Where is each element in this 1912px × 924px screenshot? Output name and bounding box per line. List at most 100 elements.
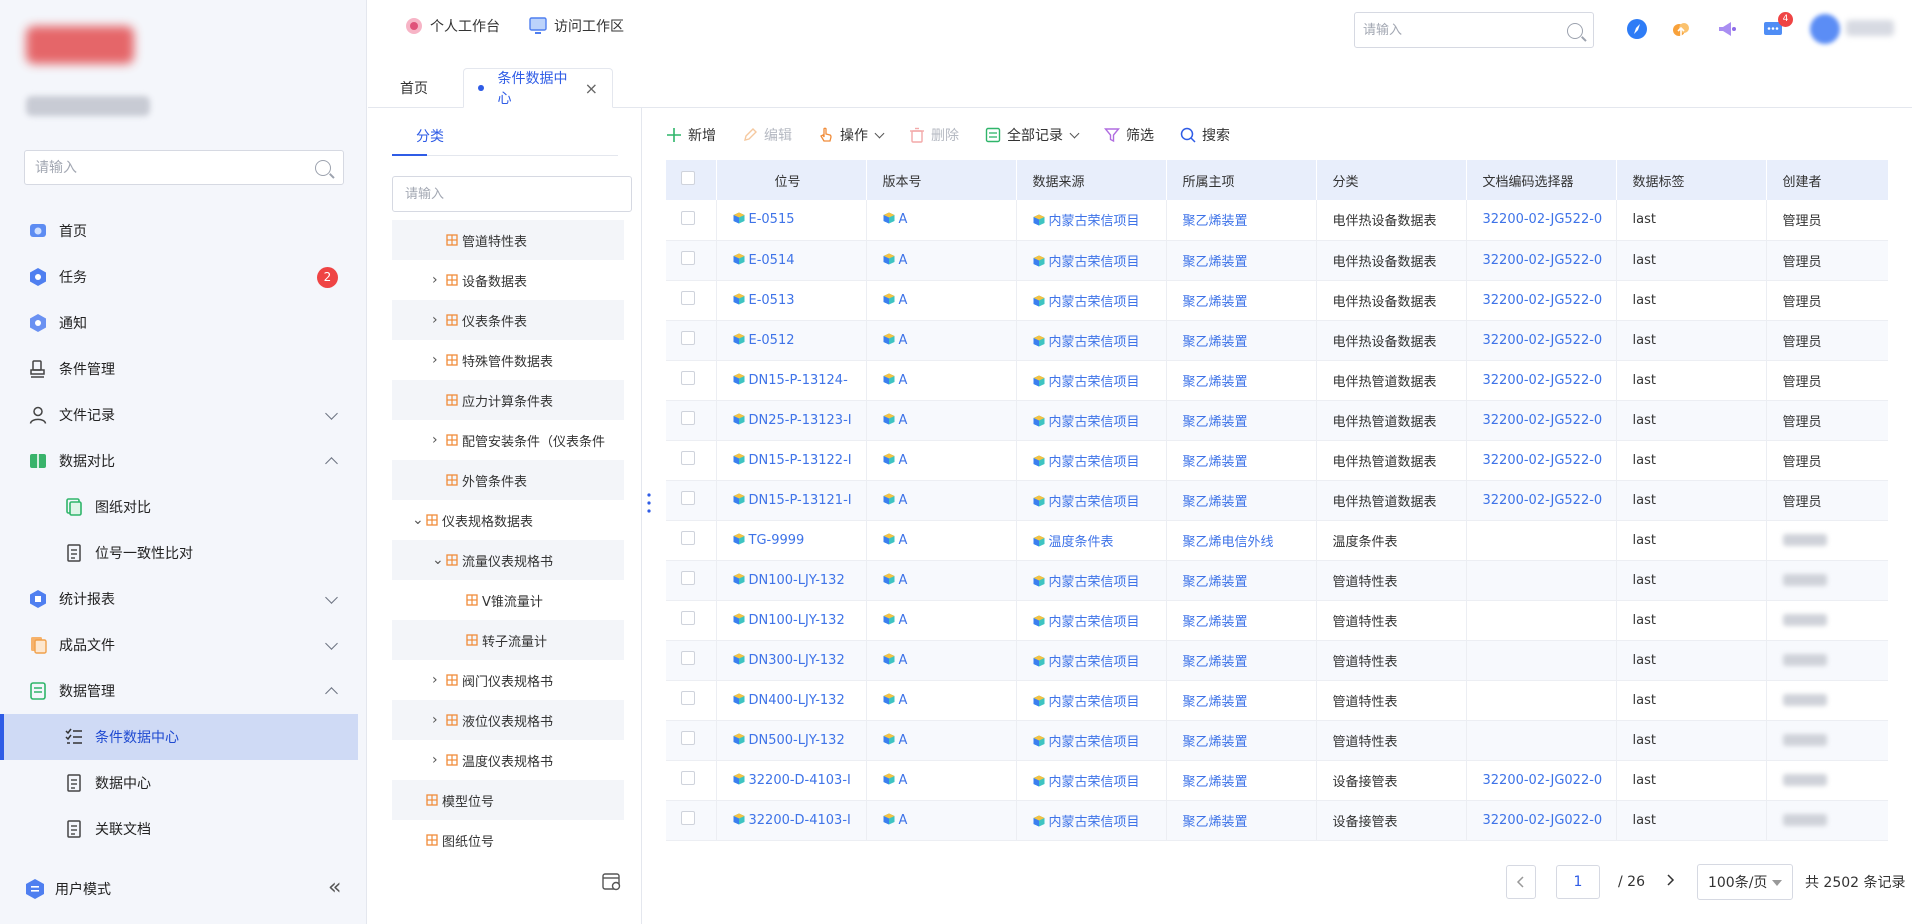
table-cell[interactable]: 32200-02-JG022-0: [1466, 760, 1617, 801]
table-cell[interactable]: A: [866, 600, 1017, 641]
table-row[interactable]: DN15-P-13122-I A 内蒙古荣信项目 聚乙烯装置 电伴热管道数据表 32200…: [666, 440, 1888, 481]
sidebar-item-file-records[interactable]: 文件记录: [0, 392, 358, 438]
user-name[interactable]: [1846, 20, 1894, 36]
chevron-right-icon[interactable]: ›: [432, 672, 446, 688]
collapse-sidebar-icon[interactable]: «: [328, 877, 344, 899]
chevron-right-icon[interactable]: ›: [432, 312, 446, 328]
sidebar-item-tag-consistency[interactable]: 位号一致性比对: [0, 530, 358, 576]
table-cell[interactable]: 聚乙烯装置: [1166, 440, 1317, 481]
table-cell[interactable]: DN25-P-13123-I: [716, 400, 867, 441]
tree-node[interactable]: › 设备数据表: [392, 260, 624, 300]
table-cell[interactable]: 聚乙烯装置: [1166, 560, 1317, 601]
table-cell[interactable]: 聚乙烯装置: [1166, 640, 1317, 681]
table-cell[interactable]: DN500-LJY-132: [716, 720, 867, 761]
column-header[interactable]: 数据标签: [1616, 160, 1767, 200]
table-row[interactable]: DN25-P-13123-I A 内蒙古荣信项目 聚乙烯装置 电伴热管道数据表 32200…: [666, 400, 1888, 441]
sidebar-item-condition-data-center[interactable]: 条件数据中心: [0, 714, 358, 760]
sidebar-item-data-compare[interactable]: 数据对比: [0, 438, 358, 484]
table-cell[interactable]: 聚乙烯电信外线: [1166, 520, 1317, 561]
table-cell[interactable]: TG-9999: [716, 520, 867, 561]
table-cell[interactable]: A: [866, 440, 1017, 481]
table-cell[interactable]: 聚乙烯装置: [1166, 240, 1317, 281]
table-cell[interactable]: A: [866, 280, 1017, 321]
table-cell[interactable]: 32200-02-JG522-0: [1466, 320, 1617, 361]
page-size-select[interactable]: 100条/页: [1696, 864, 1793, 900]
compass-icon[interactable]: [1626, 18, 1648, 40]
chevron-down-icon[interactable]: ⌄: [432, 552, 446, 568]
column-header[interactable]: 文档编码选择器: [1466, 160, 1617, 200]
table-cell[interactable]: 32200-02-JG522-0: [1466, 240, 1617, 281]
table-cell[interactable]: A: [866, 200, 1017, 241]
row-checkbox[interactable]: [681, 251, 695, 265]
table-row[interactable]: E-0512 A 内蒙古荣信项目 聚乙烯装置 电伴热设备数据表 32200-02-JG52…: [666, 320, 1888, 361]
table-cell[interactable]: 内蒙古荣信项目: [1016, 720, 1167, 761]
tree-node[interactable]: 模型位号: [392, 780, 624, 820]
table-cell[interactable]: A: [866, 720, 1017, 761]
tree-node[interactable]: › 配管安装条件（仪表条件: [392, 420, 624, 460]
row-checkbox[interactable]: [681, 771, 695, 785]
row-checkbox[interactable]: [681, 691, 695, 705]
search-icon[interactable]: [1567, 23, 1583, 39]
table-cell[interactable]: 聚乙烯装置: [1166, 600, 1317, 641]
table-cell[interactable]: 内蒙古荣信项目: [1016, 480, 1167, 521]
table-cell[interactable]: A: [866, 520, 1017, 561]
table-row[interactable]: 32200-D-4103-I A 内蒙古荣信项目 聚乙烯装置 设备接管表 32200-02…: [666, 800, 1888, 841]
table-cell[interactable]: A: [866, 560, 1017, 601]
tree-node[interactable]: › 液位仪表规格书: [392, 700, 624, 740]
table-cell[interactable]: [1466, 720, 1617, 761]
table-cell[interactable]: 内蒙古荣信项目: [1016, 320, 1167, 361]
chevron-right-icon[interactable]: ›: [432, 432, 446, 448]
table-cell[interactable]: 32200-D-4103-I: [716, 800, 867, 841]
row-checkbox[interactable]: [681, 411, 695, 425]
row-checkbox[interactable]: [681, 731, 695, 745]
table-cell[interactable]: 32200-02-JG522-0: [1466, 360, 1617, 401]
table-cell[interactable]: A: [866, 400, 1017, 441]
table-cell[interactable]: 32200-D-4103-I: [716, 760, 867, 801]
column-header[interactable]: 所属主项: [1166, 160, 1317, 200]
table-cell[interactable]: A: [866, 760, 1017, 801]
table-cell[interactable]: A: [866, 640, 1017, 681]
tree-node[interactable]: 应力计算条件表: [392, 380, 624, 420]
avatar[interactable]: [1810, 14, 1840, 44]
cloud-upload-icon[interactable]: [1670, 18, 1692, 40]
add-button[interactable]: 新增: [666, 125, 716, 145]
row-checkbox[interactable]: [681, 331, 695, 345]
table-cell[interactable]: E-0515: [716, 200, 867, 241]
table-cell[interactable]: [1466, 680, 1617, 721]
edit-button[interactable]: 编辑: [742, 125, 792, 145]
chevron-right-icon[interactable]: ›: [432, 272, 446, 288]
sidebar-search-input[interactable]: [25, 151, 295, 184]
table-row[interactable]: DN15-P-13124- A 内蒙古荣信项目 聚乙烯装置 电伴热管道数据表 32200-…: [666, 360, 1888, 401]
table-row[interactable]: DN15-P-13121-I A 内蒙古荣信项目 聚乙烯装置 电伴热管道数据表 32200…: [666, 480, 1888, 521]
tree-node[interactable]: 外管条件表: [392, 460, 624, 500]
table-cell[interactable]: 聚乙烯装置: [1166, 320, 1317, 361]
table-cell[interactable]: 聚乙烯装置: [1166, 720, 1317, 761]
tree-node[interactable]: 图纸位号: [392, 820, 624, 860]
sidebar-item-deliverables[interactable]: 成品文件: [0, 622, 358, 668]
table-cell[interactable]: 内蒙古荣信项目: [1016, 360, 1167, 401]
table-cell[interactable]: DN100-LJY-132: [716, 560, 867, 601]
sidebar-item-drawing-compare[interactable]: 图纸对比: [0, 484, 358, 530]
table-cell[interactable]: 内蒙古荣信项目: [1016, 400, 1167, 441]
column-header[interactable]: 创建者: [1766, 160, 1888, 200]
table-row[interactable]: E-0515 A 内蒙古荣信项目 聚乙烯装置 电伴热设备数据表 32200-02-JG52…: [666, 200, 1888, 241]
table-cell[interactable]: 聚乙烯装置: [1166, 680, 1317, 721]
table-row[interactable]: DN100-LJY-132 A 内蒙古荣信项目 聚乙烯装置 管道特性表 last: [666, 560, 1888, 601]
close-icon[interactable]: ×: [585, 79, 598, 98]
tree-node[interactable]: › 阀门仪表规格书: [392, 660, 624, 700]
table-cell[interactable]: E-0512: [716, 320, 867, 361]
table-row[interactable]: DN500-LJY-132 A 内蒙古荣信项目 聚乙烯装置 管道特性表 last: [666, 720, 1888, 761]
table-cell[interactable]: DN400-LJY-132: [716, 680, 867, 721]
table-cell[interactable]: 32200-02-JG022-0: [1466, 800, 1617, 841]
table-cell[interactable]: 温度条件表: [1016, 520, 1167, 561]
table-row[interactable]: E-0514 A 内蒙古荣信项目 聚乙烯装置 电伴热设备数据表 32200-02-JG52…: [666, 240, 1888, 281]
table-cell[interactable]: 聚乙烯装置: [1166, 760, 1317, 801]
table-cell[interactable]: E-0513: [716, 280, 867, 321]
visit-workspace-link[interactable]: 访问工作区: [528, 16, 624, 36]
operate-dropdown[interactable]: 操作: [818, 125, 885, 145]
column-header[interactable]: 位号: [716, 160, 867, 200]
sidebar-item-data-management[interactable]: 数据管理: [0, 668, 358, 714]
tab-category[interactable]: 分类: [416, 126, 444, 146]
table-cell[interactable]: 内蒙古荣信项目: [1016, 280, 1167, 321]
table-cell[interactable]: 聚乙烯装置: [1166, 800, 1317, 841]
